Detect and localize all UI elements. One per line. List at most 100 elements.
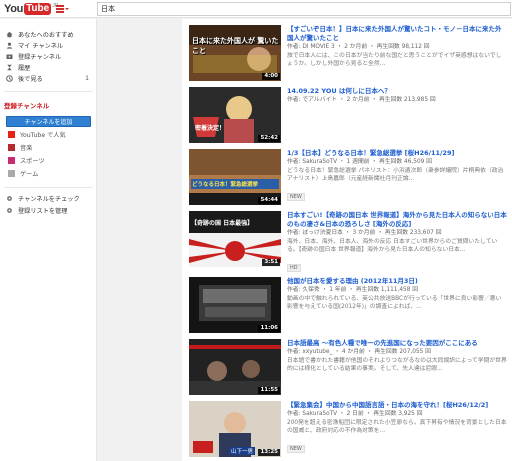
video-title-link[interactable]: 【緊急集会】中国から中国語言語・日本の海を守れ！[桜H26/12/2] <box>287 401 507 410</box>
sidebar-item-subscriptions[interactable]: 登録チャンネル <box>0 51 97 62</box>
gear-icon <box>6 207 13 214</box>
sports-icon <box>8 157 15 164</box>
result-item[interactable]: 日本に来た外国人が 驚いたこと 4:00 【すごいぞ日本！】日本に来た外国人が驚… <box>189 25 507 81</box>
sidebar-item-label: 履歴 <box>18 65 31 72</box>
video-meta: 作者: SakuraSoTV ・ 1 週間前 ・ 再生回数 46,509 回 <box>287 159 432 165</box>
sidebar-item-label: あなたへのおすすめ <box>18 32 74 39</box>
video-title-link[interactable]: 他国が日本を愛する理由 (2012年11月3日) <box>287 277 507 286</box>
youtube-logo[interactable]: You Tube JP <box>4 2 58 16</box>
video-title-link[interactable]: 日本すごい!【奇跡の国日本 世界報道】海外から見た日本人の知らない日本のもの凄さ… <box>287 211 507 229</box>
youtube-popular-icon <box>8 131 15 138</box>
sidebar-channel-music[interactable]: 音楽 <box>0 142 97 153</box>
guide-sidebar: あなたへのおすすめ マイ チャンネル 登録チャンネル 履歴 後で見る 1 登録チ… <box>0 19 97 461</box>
gear-icon <box>6 195 13 202</box>
result-info: 【すごいぞ日本！】日本に来た外国人が驚いたコト・モノ－日本に来た外国人が驚いたこ… <box>287 25 507 68</box>
video-thumbnail[interactable]: 11:06 <box>189 277 281 333</box>
sidebar-item-recommended[interactable]: あなたへのおすすめ <box>0 29 97 40</box>
video-duration: 4:00 <box>262 73 280 80</box>
video-title-link[interactable]: 1/3【日本】どうなる日本！緊急総選挙 [桜H26/11/29] <box>287 149 507 158</box>
thumbnail-caption: 山下一男 <box>229 447 256 455</box>
video-duration: 52:42 <box>258 135 280 142</box>
new-badge: NEW <box>287 445 305 453</box>
video-thumbnail[interactable]: 日本に来た外国人が 驚いたこと 4:00 <box>189 25 281 81</box>
video-description: 日本語で書かれた書籍が他国のそれよりつながるなのは大同誤訳によって学問が世界的に… <box>287 358 507 372</box>
video-thumbnail[interactable]: 山下一男 13:25 <box>189 401 281 457</box>
video-description: 旅で日本人には、この日本が当たり前な国だと思うことがでイザ英感想はないでしょうか… <box>287 53 502 67</box>
sidebar-item-my-channel[interactable]: マイ チャンネル <box>0 40 97 51</box>
sidebar-channel-label: スポーツ <box>20 158 45 165</box>
video-duration: 13:25 <box>258 449 280 456</box>
thumbnail-caption: 【奇跡の国 日本最強】 <box>191 220 254 227</box>
thumbnail-caption: 密着決定！ <box>195 125 226 132</box>
sidebar-channel-label: ゲーム <box>20 171 39 178</box>
sidebar-channel-label: 音楽 <box>20 145 33 152</box>
sidebar-divider <box>4 91 93 92</box>
sidebar-channel-label: YouTube で人気 <box>20 132 66 139</box>
result-item[interactable]: 11:55 日本語最高 ～有色人種で唯一の先進国になった要因がここにある 作者:… <box>189 339 507 395</box>
video-meta: 作者: xxyutube_ ・ 4 か月前 ・ 再生回数 207,055 回 <box>287 349 431 355</box>
result-item[interactable]: 山下一男 13:25 【緊急集会】中国から中国語言語・日本の海を守れ！[桜H26… <box>189 401 507 457</box>
gaming-icon <box>8 170 15 177</box>
home-icon <box>6 31 13 38</box>
guide-menu-icon[interactable] <box>56 4 69 14</box>
logo-tube-text: Tube <box>24 3 52 15</box>
new-badge: NEW <box>287 193 305 201</box>
sidebar-item-browse-channels[interactable]: チャンネルをチェック <box>0 193 97 204</box>
history-icon <box>6 64 13 71</box>
add-channel-button[interactable]: チャンネルを追加 <box>6 116 91 127</box>
hd-badge: HD <box>287 264 301 272</box>
video-thumbnail[interactable]: 密着決定！ 52:42 <box>189 87 281 143</box>
logo-you-text: You <box>4 3 24 15</box>
result-item[interactable]: 【奇跡の国 日本最強】 3:51 日本すごい!【奇跡の国日本 世界報道】海外から… <box>189 211 507 272</box>
sidebar-item-label: マイ チャンネル <box>18 43 64 50</box>
search-input[interactable]: 日本 <box>97 2 511 16</box>
video-title-link[interactable]: 日本語最高 ～有色人種で唯一の先進国になった要因がここにある <box>287 339 507 348</box>
video-meta: 作者: でアルバイト ・ 2 か月前 ・ 再生回数 213,985 回 <box>287 97 436 103</box>
result-item[interactable]: 密着決定！ 52:42 14.09.22 YOU は何しに日本へ？ 作者: でア… <box>189 87 507 143</box>
result-info: 1/3【日本】どうなる日本！緊急総選挙 [桜H26/11/29] 作者: Sak… <box>287 149 507 202</box>
sidebar-item-label: チャンネルをチェック <box>18 196 80 203</box>
result-info: 日本語最高 ～有色人種で唯一の先進国になった要因がここにある 作者: xxyut… <box>287 339 507 373</box>
video-duration: 11:55 <box>258 387 280 394</box>
person-icon <box>6 42 13 49</box>
youtube-page: You Tube JP 日本 あなたへのおすすめ マイ チャンネル <box>0 0 512 461</box>
sidebar-item-label: 後で見る <box>18 76 43 83</box>
video-meta: 作者: SakuraSoTV ・ 2 日前 ・ 再生回数 3,925 回 <box>287 411 423 417</box>
sidebar-item-manage-subscriptions[interactable]: 登録リストを管理 <box>0 205 97 216</box>
music-icon <box>8 144 15 151</box>
sidebar-item-label: 登録チャンネル <box>18 54 62 61</box>
subscriptions-icon <box>6 53 13 60</box>
video-thumbnail[interactable]: 【奇跡の国 日本最強】 3:51 <box>189 211 281 267</box>
video-meta: 作者: DI MOVIE 3 ・ 2 か月前 ・ 再生回数 98,112 回 <box>287 44 430 50</box>
sidebar-item-history[interactable]: 履歴 <box>0 62 97 73</box>
video-meta: 作者: ぼっけ渋夏日本 ・ 3 か月前 ・ 再生回数 233,607 回 <box>287 230 442 236</box>
masthead: You Tube JP 日本 <box>0 0 512 18</box>
result-item[interactable]: 11:06 他国が日本を愛する理由 (2012年11月3日) 作者: 久保秀 ・… <box>189 277 507 333</box>
video-thumbnail[interactable]: 11:55 <box>189 339 281 395</box>
video-description: 海外、日本、海外、日本人、海外の反応 日本すごい世界からのご質問いたしている。【… <box>287 239 498 253</box>
sidebar-channel-sports[interactable]: スポーツ <box>0 155 97 166</box>
video-duration: 54:44 <box>258 197 280 204</box>
video-thumbnail[interactable]: どうなる日本！緊急総選挙 54:44 <box>189 149 281 205</box>
sidebar-item-watch-later[interactable]: 後で見る 1 <box>0 73 97 84</box>
thumbnail-caption: どうなる日本！緊急総選挙 <box>192 182 259 188</box>
result-info: 日本すごい!【奇跡の国日本 世界報道】海外から見た日本人の知らない日本のもの凄さ… <box>287 211 507 273</box>
video-duration: 11:06 <box>258 325 280 332</box>
sidebar-item-label: 登録リストを管理 <box>18 208 68 215</box>
subscriptions-section-title[interactable]: 登録チャンネル <box>4 100 49 110</box>
sidebar-channel-popular[interactable]: YouTube で人気 <box>0 129 97 140</box>
result-info: 【緊急集会】中国から中国語言語・日本の海を守れ！[桜H26/12/2] 作者: … <box>287 401 507 454</box>
search-results: 日本に来た外国人が 驚いたこと 4:00 【すごいぞ日本！】日本に来た外国人が驚… <box>182 19 512 461</box>
watch-later-count: 1 <box>85 75 89 82</box>
thumbnail-caption: 日本に来た外国人が 驚いたこと <box>192 37 279 55</box>
video-title-link[interactable]: 【すごいぞ日本！】日本に来た外国人が驚いたコト・モノ－日本に来た外国人が驚いたこ… <box>287 25 507 43</box>
video-description: どうなる日本！緊急総選挙 パネリスト：小浜遺次郎（衆参詳議院）片桐典依（政治アナ… <box>287 168 504 182</box>
result-item[interactable]: どうなる日本！緊急総選挙 54:44 1/3【日本】どうなる日本！緊急総選挙 [… <box>189 149 507 205</box>
video-meta: 作者: 久保秀 ・ 1 年前 ・ 再生回数 1,111,458 回 <box>287 287 419 293</box>
video-title-link[interactable]: 14.09.22 YOU は何しに日本へ？ <box>287 87 507 96</box>
sidebar-channel-gaming[interactable]: ゲーム <box>0 168 97 179</box>
result-info: 他国が日本を愛する理由 (2012年11月3日) 作者: 久保秀 ・ 1 年前 … <box>287 277 507 311</box>
video-description: 200発を超える密漁船団に限定された小笠原なら。真下昇有や情況を背景とした日本の… <box>287 420 507 434</box>
sidebar-divider <box>4 187 93 188</box>
video-duration: 3:51 <box>262 259 280 266</box>
